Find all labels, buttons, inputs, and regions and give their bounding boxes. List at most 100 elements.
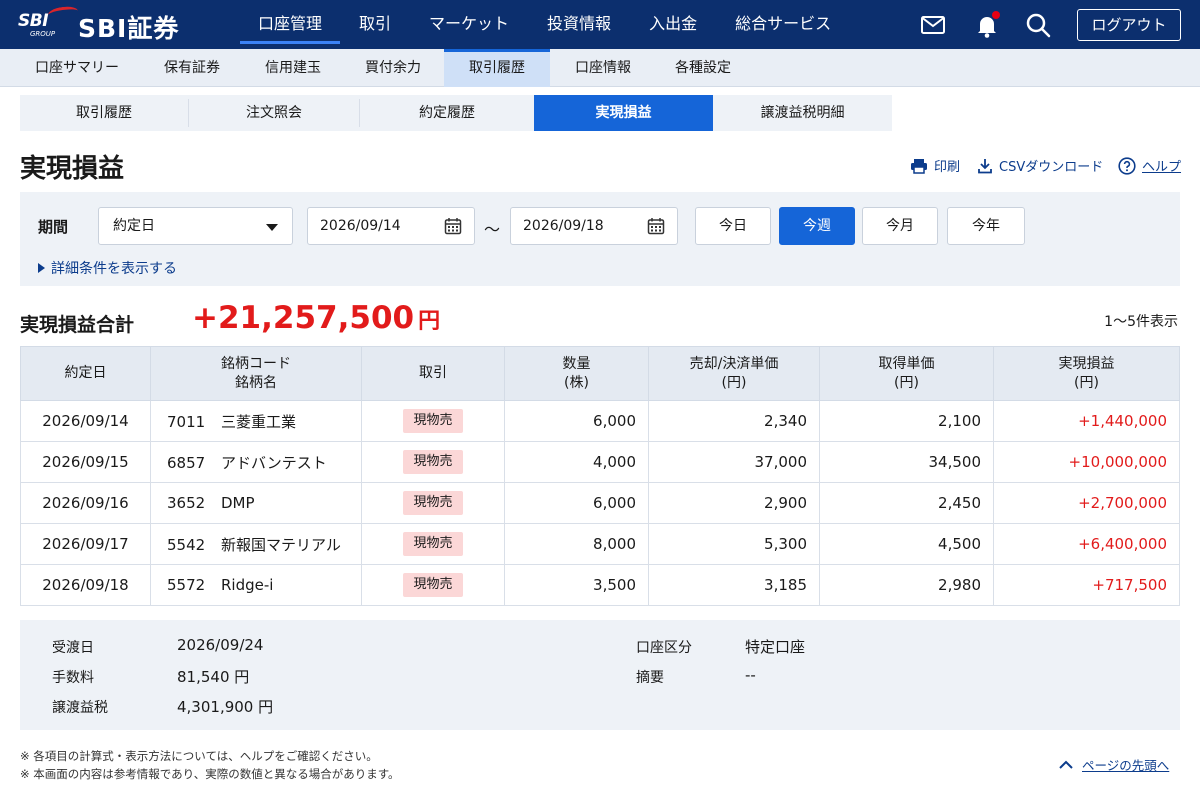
tab-trade-history[interactable]: 取引履歴 <box>20 95 188 131</box>
subnav-buying-power[interactable]: 買付余力 <box>350 49 436 87</box>
page-title: 実現損益 <box>20 154 125 184</box>
this-week-button[interactable]: 今週 <box>779 207 855 245</box>
caret-right-icon <box>38 263 45 273</box>
trade-type-badge: 現物売 <box>403 532 463 556</box>
print-link[interactable]: 印刷 <box>910 156 960 175</box>
logo-swoosh <box>47 4 79 22</box>
tax-label: 譲渡益税 <box>52 700 108 716</box>
account-type-value: 特定口座 <box>745 638 806 656</box>
notification-dot <box>992 11 1000 19</box>
subnav-account-info[interactable]: 口座情報 <box>560 49 646 87</box>
tab-realized-pl[interactable]: 実現損益 <box>534 95 713 131</box>
help-label: ヘルプ <box>1142 160 1182 175</box>
footnote: ※ 各項目の計算式・表示方法については、ヘルプをご確認ください。 <box>20 749 378 763</box>
help-link[interactable]: ヘルプ <box>1118 156 1181 175</box>
col-realized-pl: 実現損益 (円) <box>993 346 1180 401</box>
col-name-label: 銘柄名 <box>235 374 277 391</box>
cell-type: 現物売 <box>361 400 505 442</box>
cell-qty: 4,000 <box>504 441 649 483</box>
this-month-button[interactable]: 今月 <box>862 207 938 245</box>
mail-icon[interactable] <box>919 11 947 39</box>
cell-cost: 2,450 <box>819 482 994 524</box>
chevron-up-icon <box>1059 760 1073 769</box>
cell-cost: 34,500 <box>819 441 994 483</box>
logo-group-text: GROUP <box>30 30 56 38</box>
cell-security[interactable]: 7011 三菱重工業 <box>150 400 362 442</box>
total-label: 実現損益合計 <box>20 314 135 336</box>
cell-date: 2026/09/17 <box>20 523 151 565</box>
range-separator: 〜 <box>484 220 501 239</box>
cell-security[interactable]: 6857 アドバンテスト <box>150 441 362 483</box>
gnav-market[interactable]: マーケット <box>410 0 528 49</box>
bell-icon[interactable] <box>973 11 1001 39</box>
settlement-date-value: 2026/09/24 <box>177 636 264 654</box>
cell-type: 現物売 <box>361 482 505 524</box>
gnav-research[interactable]: 投資情報 <box>528 0 630 49</box>
subnav-trade-history[interactable]: 取引履歴 <box>444 49 550 87</box>
page-top-label: ページの先頭へ <box>1082 758 1170 773</box>
subnav-margin-positions[interactable]: 信用建玉 <box>250 49 336 87</box>
col-trade-date: 約定日 <box>20 346 151 401</box>
tab-capital-gains-tax[interactable]: 譲渡益税明細 <box>713 95 892 131</box>
top-header: SBI GROUP SBI証券 口座管理 取引 マーケット 投資情報 入出金 総… <box>0 0 1200 49</box>
subnav-holdings[interactable]: 保有証券 <box>144 49 240 87</box>
this-year-button[interactable]: 今年 <box>947 207 1025 245</box>
gnav-deposit[interactable]: 入出金 <box>630 0 716 49</box>
csv-download-link[interactable]: CSVダウンロード <box>977 156 1103 175</box>
date-type-select[interactable]: 約定日 <box>98 207 293 245</box>
subnav-settings[interactable]: 各種設定 <box>660 49 746 87</box>
trade-type-badge: 現物売 <box>403 491 463 515</box>
detail-link-label: 詳細条件を表示する <box>51 261 177 277</box>
cell-security[interactable]: 3652 DMP <box>150 482 362 524</box>
page-top-link[interactable]: ページの先頭へ <box>1058 755 1169 774</box>
tab-order-inquiry[interactable]: 注文照会 <box>189 95 359 131</box>
today-button[interactable]: 今日 <box>695 207 771 245</box>
memo-value: -- <box>745 666 756 684</box>
table-row: 2026/09/16 3652 DMP 現物売 6,000 2,900 2,450… <box>20 482 1180 524</box>
cell-qty: 6,000 <box>504 400 649 442</box>
search-icon[interactable] <box>1024 11 1052 39</box>
cell-qty: 3,500 <box>504 564 649 606</box>
cell-cost: 2,100 <box>819 400 994 442</box>
footnote: ※ 本画面の内容は参考情報であり、実際の数値と異なる場合があります。 <box>20 767 400 781</box>
date-from-field[interactable]: 2026/09/14 <box>307 207 475 245</box>
help-icon <box>1118 156 1136 175</box>
cell-security[interactable]: 5572 Ridge-i <box>150 564 362 606</box>
date-to-value: 2026/09/18 <box>523 218 604 234</box>
download-icon <box>978 158 992 173</box>
trade-type-badge: 現物売 <box>403 409 463 433</box>
cell-code: 6857 <box>167 453 206 472</box>
gnav-account[interactable]: 口座管理 <box>240 0 341 49</box>
trade-type-badge: 現物売 <box>403 573 463 597</box>
logout-button[interactable]: ログアウト <box>1077 9 1181 41</box>
calendar-icon[interactable] <box>647 217 665 235</box>
col-cost-price: 取得単価 (円) <box>819 346 994 401</box>
logo-mark-text: SBI <box>18 11 49 31</box>
cell-date: 2026/09/18 <box>20 564 151 606</box>
result-count: 1〜5件表示 <box>1104 314 1178 330</box>
period-label: 期間 <box>38 218 69 236</box>
tab-execution-history[interactable]: 約定履歴 <box>360 95 534 131</box>
cell-date: 2026/09/14 <box>20 400 151 442</box>
date-to-field[interactable]: 2026/09/18 <box>510 207 678 245</box>
gnav-services[interactable]: 総合サービス <box>716 0 850 49</box>
gnav-trade[interactable]: 取引 <box>340 0 410 49</box>
cell-name: 三菱重工業 <box>221 412 297 431</box>
fee-label: 手数料 <box>52 670 94 686</box>
calendar-icon[interactable] <box>444 217 462 235</box>
cell-security[interactable]: 5542 新報国マテリアル <box>150 523 362 565</box>
cell-sell: 5,300 <box>648 523 820 565</box>
col-quantity: 数量 (株) <box>504 346 649 401</box>
show-detail-conditions-link[interactable]: 詳細条件を表示する <box>38 258 177 278</box>
chevron-down-icon <box>266 224 278 231</box>
col-sell-price: 売却/決済単価 (円) <box>648 346 820 401</box>
col-trade-type: 取引 <box>361 346 505 401</box>
global-nav: 口座管理 取引 マーケット 投資情報 入出金 総合サービス <box>240 0 850 49</box>
sbi-logo[interactable]: SBI GROUP SBI証券 <box>12 4 202 43</box>
table-row: 2026/09/15 6857 アドバンテスト 現物売 4,000 37,000 … <box>20 441 1180 483</box>
sbi-logo-mark: SBI GROUP <box>18 4 79 39</box>
filter-panel: 期間 約定日 2026/09/14 〜 2026/09/18 今日 今週 今月 … <box>20 192 1180 286</box>
subnav-account-summary[interactable]: 口座サマリー <box>20 49 134 87</box>
cell-cost: 4,500 <box>819 523 994 565</box>
total-realized-pl: +21,257,500 円 <box>192 300 440 336</box>
